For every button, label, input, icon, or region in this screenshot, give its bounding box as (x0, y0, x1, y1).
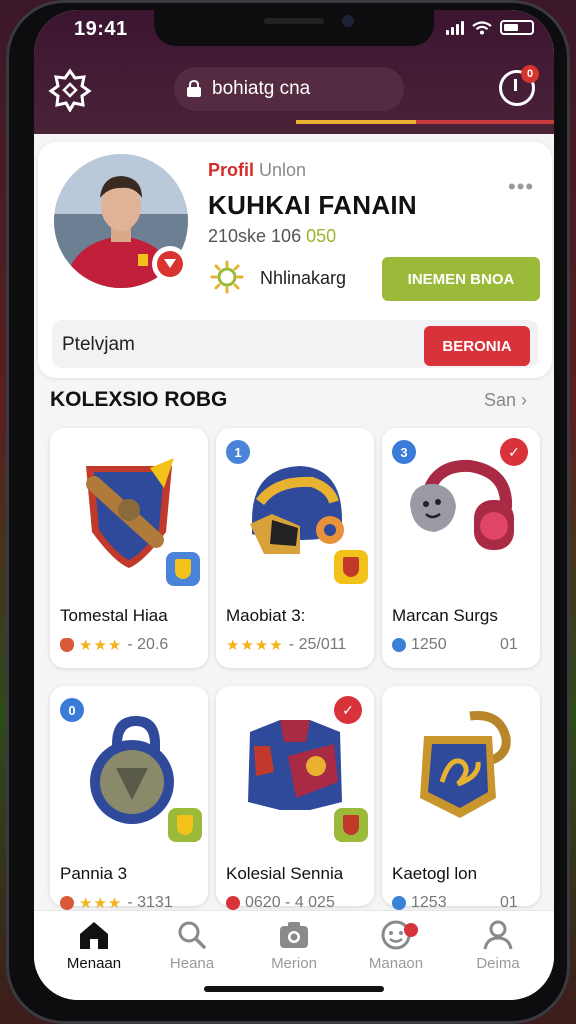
card-title: Kaetogl lon (392, 864, 478, 883)
notification-badge: 0 (521, 65, 539, 83)
profile-team: Nhlinakarg (260, 268, 347, 288)
collection-card[interactable]: Tomestal Hiaa ★★★ - 20.6 (50, 428, 208, 668)
home-indicator[interactable] (204, 986, 384, 992)
card-meta-value: - 20.6 (127, 636, 169, 653)
nav-item-profile[interactable]: Deima (446, 919, 550, 972)
profile-stats-highlight: 050 (306, 226, 337, 246)
profile-stats: 210ske 106 050 (208, 226, 336, 247)
card-dot-icon (60, 896, 74, 910)
profile-label-red: Profil (208, 160, 255, 180)
crest-icon (334, 808, 368, 842)
app-screen: 19:41 bohiatg cna 0 Profil Unlon KUHKAI … (34, 10, 554, 1000)
profile-row-label: Ptelvjam (62, 334, 135, 355)
device-notch (154, 10, 434, 46)
collection-card[interactable]: 1 Maobiat 3: ★★★★ - 25/011 (216, 428, 374, 668)
notch-speaker (264, 18, 324, 24)
more-icon[interactable]: ••• (508, 174, 534, 200)
nav-label: Menaan (66, 955, 122, 972)
wifi-icon (472, 20, 492, 34)
see-all-link[interactable]: San › (484, 390, 527, 411)
card-title: Kolesial Sennia (226, 864, 344, 883)
chevron-right-icon: › (521, 390, 528, 410)
badge-item-art (420, 710, 511, 818)
collection-card[interactable]: 3 ✓ Marcan Surgs 1250 01 (382, 428, 540, 668)
card-meta: ★★★★ - 25/011 (226, 636, 346, 654)
profile-name: KUHKAI FANAIN (208, 190, 418, 220)
card-dot-icon (392, 896, 406, 910)
nav-label: Merion (271, 955, 317, 972)
nav-label: Heana (169, 955, 215, 972)
nav-item-home[interactable]: Menaan (42, 919, 146, 972)
star-rating: ★★★★ (226, 637, 284, 654)
nav-item-camera[interactable]: Merion (242, 919, 346, 972)
notch-camera (342, 15, 354, 27)
url-text: bohiatg cna (212, 78, 311, 99)
profile-icon (483, 920, 513, 950)
card-title: Maobiat 3: (226, 606, 306, 625)
collection-card[interactable]: Kaetogl lon 1253 01 (382, 686, 540, 911)
chat-badge (404, 923, 418, 937)
camera-icon (280, 922, 308, 948)
profile-row-button[interactable]: BERONIA (424, 326, 530, 366)
nav-label: Deima (476, 955, 520, 972)
nav-label: Manaon (368, 955, 424, 972)
card-title: Marcan Surgs (392, 606, 498, 625)
signal-icon (446, 20, 464, 35)
profile-card: Profil Unlon KUHKAI FANAIN 210ske 106 05… (38, 142, 552, 378)
card-title: Tomestal Hiaa (60, 606, 168, 625)
url-bar[interactable]: bohiatg cna (174, 67, 404, 111)
card-meta: ★★★ - 20.6 (60, 636, 168, 654)
profile-primary-button[interactable]: INEMEN BNOA (382, 257, 540, 301)
header-accent-red (416, 120, 554, 124)
profile-stats-main: 210ske 106 (208, 226, 302, 246)
profile-label: Profil Unlon (208, 160, 306, 181)
status-time: 19:41 (74, 18, 128, 40)
card-meta-right: 01 (500, 636, 518, 653)
lock-icon (187, 80, 201, 97)
avatar-badge-icon (152, 246, 188, 282)
card-meta-value: 1250 (411, 636, 447, 653)
card-meta-value: - 25/011 (288, 636, 347, 653)
app-logo-icon[interactable] (48, 68, 92, 112)
profile-label-gray: Unlon (259, 160, 307, 180)
battery-icon (500, 20, 534, 35)
status-icons (446, 20, 534, 35)
card-title: Pannia 3 (60, 864, 128, 883)
phone-frame: 19:41 bohiatg cna 0 Profil Unlon KUHKAI … (6, 0, 570, 1024)
see-all-label: San (484, 390, 517, 410)
home-icon (80, 922, 108, 949)
header-accent-yellow (296, 120, 416, 124)
headphones-item-art (410, 459, 514, 550)
collection-card[interactable]: ✓ Kolesial Sennia 0620 - 4 025 (216, 686, 374, 911)
crest-icon (168, 808, 202, 842)
team-sun-icon (210, 260, 244, 294)
card-dot-icon (226, 896, 240, 910)
crest-icon (166, 552, 200, 586)
search-icon (178, 921, 206, 949)
crest-icon (334, 550, 368, 584)
nav-item-search[interactable]: Heana (140, 919, 244, 972)
nav-item-chat[interactable]: Manaon (344, 919, 448, 972)
card-meta: 1250 01 (392, 636, 518, 654)
collection-title: KOLEXSIO ROBG (50, 388, 228, 411)
collection-card[interactable]: 0 Pannia 3 ★★★ - 3131 (50, 686, 208, 912)
profile-action-row: Ptelvjam BERONIA (52, 320, 538, 368)
card-dot-icon (392, 638, 406, 652)
card-dot-icon (60, 638, 74, 652)
star-rating: ★★★ (79, 637, 123, 654)
